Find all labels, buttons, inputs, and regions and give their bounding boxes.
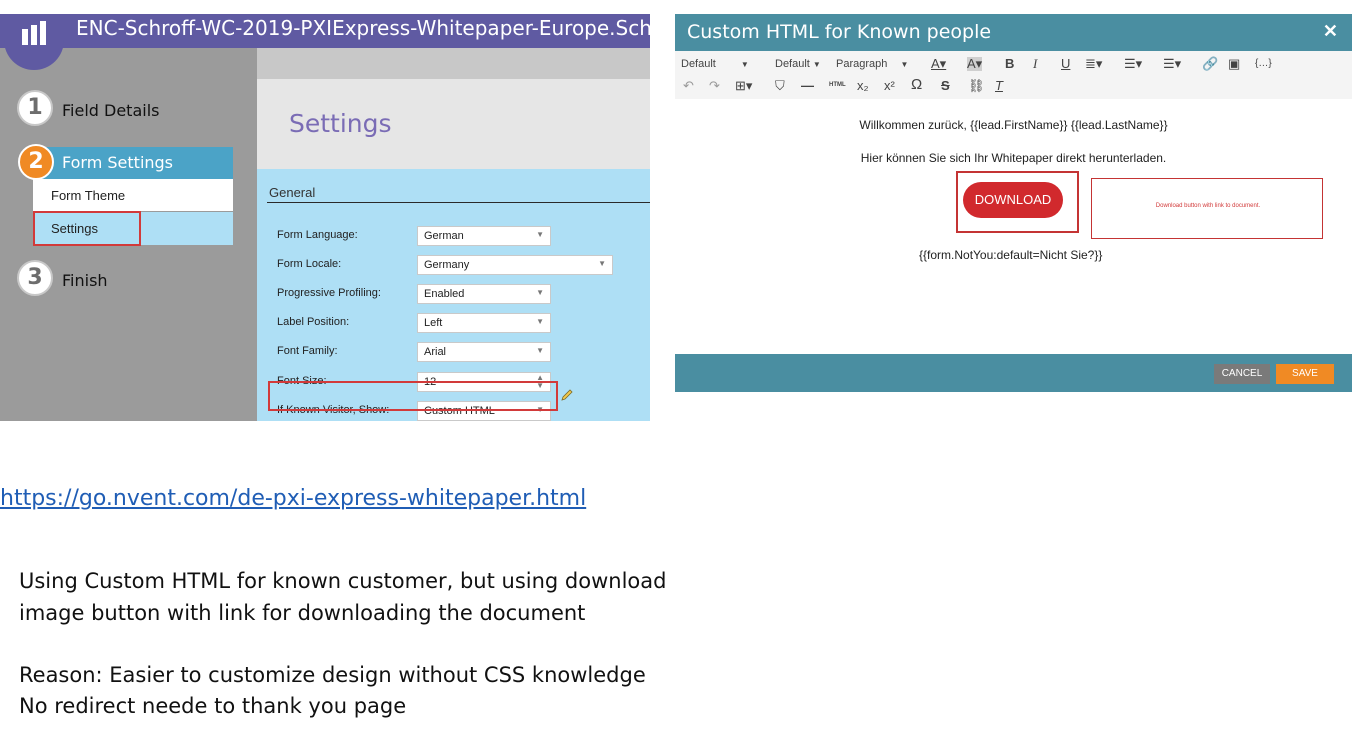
select-value: Germany xyxy=(424,259,470,271)
subscript-icon[interactable]: x₂ xyxy=(857,79,869,93)
select-value: Arial xyxy=(424,346,447,358)
field-form-locale: Form Locale: Germany ▼ xyxy=(277,255,647,275)
landing-page-link[interactable]: https://go.nvent.com/de-pxi-express-whit… xyxy=(0,486,586,511)
align-icon[interactable]: ≣▾ xyxy=(1085,57,1102,71)
page-title: Settings xyxy=(289,109,392,138)
pencil-icon[interactable] xyxy=(560,388,574,402)
size-select[interactable]: Default ▼ xyxy=(775,58,821,70)
divider xyxy=(267,202,650,203)
caret-down-icon: ▼ xyxy=(536,317,544,326)
code-icon[interactable]: {…} xyxy=(1255,57,1272,71)
highlight-box xyxy=(268,381,558,411)
download-intro-text: Hier können Sie sich Ihr Whitepaper dire… xyxy=(860,151,1167,165)
window-title: ENC-Schroff-WC-2019-PXIExpress-Whitepape… xyxy=(76,16,650,40)
select-value: German xyxy=(424,230,464,242)
table-icon[interactable]: ⊞▾ xyxy=(735,79,752,93)
dialog-footer: CANCEL SAVE xyxy=(675,354,1352,392)
undo-icon[interactable]: ↶ xyxy=(683,79,694,93)
bookmark-icon[interactable]: ⛉ xyxy=(775,79,785,93)
caret-down-icon: ▼ xyxy=(740,60,749,69)
select-value: Left xyxy=(424,317,443,329)
text-color-icon[interactable]: A▾ xyxy=(931,57,946,71)
field-label: Progressive Profiling: xyxy=(277,287,381,299)
settings-header: Settings xyxy=(257,79,650,169)
cancel-button[interactable]: CANCEL xyxy=(1214,364,1270,384)
not-you-text: {{form.NotYou:default=Nicht Sie?}} xyxy=(919,248,1103,262)
field-progressive-profiling: Progressive Profiling: Enabled ▼ xyxy=(277,284,647,304)
underline-icon[interactable]: U xyxy=(1061,57,1070,71)
annotation-text: Download button with link to document. xyxy=(1155,203,1261,209)
bold-icon[interactable]: B xyxy=(1005,57,1014,71)
substep-form-theme[interactable]: Form Theme xyxy=(33,179,233,211)
welcome-text: Willkommen zurück, {{lead.FirstName}} {{… xyxy=(859,118,1168,132)
italic-icon[interactable]: I xyxy=(1033,57,1037,71)
horizontal-rule-icon[interactable]: — xyxy=(801,79,814,93)
background-color-icon[interactable]: A▾ xyxy=(967,57,983,71)
note-line: No redirect neede to thank you page xyxy=(19,694,407,718)
omega-icon[interactable]: Ω xyxy=(911,77,922,92)
field-label: Label Position: xyxy=(277,316,350,328)
annotation-box: Download button with link to document. xyxy=(1091,178,1323,239)
substep-label: Form Theme xyxy=(51,188,126,203)
logo-glyph xyxy=(22,21,46,45)
note-line: Reason: Easier to customize design witho… xyxy=(19,663,646,687)
dialog-title: Custom HTML for Known people xyxy=(687,21,992,43)
find-icon[interactable]: ⛓ xyxy=(968,79,985,93)
form-locale-select[interactable]: Germany ▼ xyxy=(417,255,613,275)
note-line: Using Custom HTML for known customer, bu… xyxy=(19,569,667,593)
custom-html-dialog: Custom HTML for Known people ✕ Default ▼… xyxy=(675,14,1352,392)
note-line: image button with link for downloading t… xyxy=(19,601,586,625)
caret-down-icon: ▼ xyxy=(536,346,544,355)
close-icon[interactable]: ✕ xyxy=(1323,21,1338,42)
marketo-bars-icon[interactable] xyxy=(4,14,64,70)
label-position-select[interactable]: Left ▼ xyxy=(417,313,551,333)
highlight-box xyxy=(33,211,141,246)
field-font-family: Font Family: Arial ▼ xyxy=(277,342,647,362)
editor-toolbar: Default ▼ Default ▼ Paragraph ▼ A▾ A▾ B … xyxy=(675,51,1352,99)
font-family-select[interactable]: Arial ▼ xyxy=(417,342,551,362)
step-field-details[interactable]: Field Details xyxy=(62,101,159,120)
caret-down-icon: ▼ xyxy=(536,288,544,297)
field-label: Font Family: xyxy=(277,345,338,357)
form-editor-screenshot: ENC-Schroff-WC-2019-PXIExpress-Whitepape… xyxy=(0,14,650,421)
editor-body[interactable]: Willkommen zurück, {{lead.FirstName}} {{… xyxy=(675,99,1352,354)
toolbar-strip xyxy=(257,48,650,79)
field-label-position: Label Position: Left ▼ xyxy=(277,313,647,333)
progressive-profiling-select[interactable]: Enabled ▼ xyxy=(417,284,551,304)
step-3-badge: 3 xyxy=(17,260,53,296)
link-icon[interactable]: 🔗 xyxy=(1202,57,1218,71)
dialog-header: Custom HTML for Known people ✕ xyxy=(675,14,1352,51)
indent-icon[interactable]: ☰▾ xyxy=(1163,57,1181,71)
save-button[interactable]: SAVE xyxy=(1276,364,1334,384)
step-2-badge: 2 xyxy=(18,144,54,180)
section-title: General xyxy=(269,185,316,200)
bullet-list-icon[interactable]: ☰▾ xyxy=(1124,57,1142,71)
caret-down-icon: ▼ xyxy=(598,259,606,268)
select-value: Enabled xyxy=(424,288,465,300)
redo-icon[interactable]: ↷ xyxy=(709,79,720,93)
font-select[interactable]: Default ▼ xyxy=(681,58,749,70)
step-form-settings[interactable]: Form Settings xyxy=(62,153,173,172)
step-1-badge: 1 xyxy=(17,90,53,126)
caret-down-icon: ▼ xyxy=(536,230,544,239)
format-select-value: Paragraph xyxy=(836,58,888,70)
field-label: Form Language: xyxy=(277,229,358,241)
caret-down-icon: ▼ xyxy=(900,60,909,69)
strikethrough-icon[interactable]: S xyxy=(941,79,950,93)
form-language-select[interactable]: German ▼ xyxy=(417,226,551,246)
size-select-value: Default xyxy=(775,58,810,70)
field-label: Form Locale: xyxy=(277,258,342,270)
step-finish[interactable]: Finish xyxy=(62,271,108,290)
download-button[interactable]: DOWNLOAD xyxy=(963,182,1063,218)
html-icon[interactable]: HTML xyxy=(829,82,846,88)
field-form-language: Form Language: German ▼ xyxy=(277,226,647,246)
font-select-value: Default xyxy=(681,58,716,70)
slide: ENC-Schroff-WC-2019-PXIExpress-Whitepape… xyxy=(0,0,1370,746)
superscript-icon[interactable]: x² xyxy=(884,79,895,93)
caret-down-icon: ▼ xyxy=(812,60,821,69)
clear-format-icon[interactable]: T xyxy=(995,79,1003,93)
image-icon[interactable]: ▣ xyxy=(1228,57,1240,71)
format-select[interactable]: Paragraph ▼ xyxy=(836,58,908,70)
